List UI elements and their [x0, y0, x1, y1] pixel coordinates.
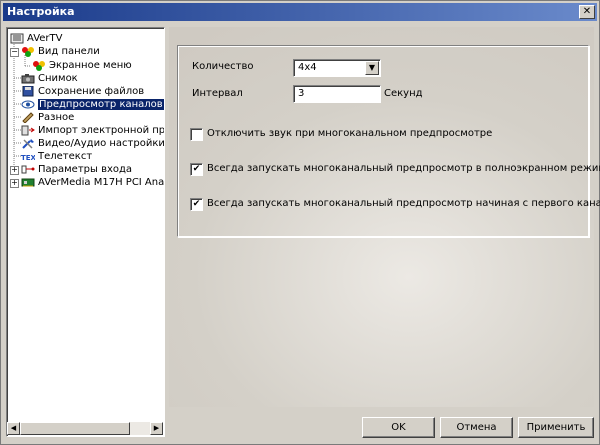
checkmark-icon: ✔ — [192, 199, 201, 209]
tree-item-misc[interactable]: Разное — [21, 111, 74, 124]
view-panel-icon — [22, 46, 34, 57]
tree-item-label: Сохранение файлов — [38, 86, 145, 97]
expand-toggle[interactable]: + — [10, 179, 19, 188]
tv-card-icon — [21, 178, 35, 186]
tree-item-label: Импорт электронной прог — [38, 125, 165, 136]
settings-tree[interactable]: AVerTV − Вид панели Экранное меню Снимок… — [6, 27, 165, 437]
checkmark-icon: ✔ — [192, 164, 201, 174]
apply-button[interactable]: Применить — [518, 417, 594, 438]
interval-unit: Секунд — [384, 88, 423, 99]
misc-icon — [22, 111, 34, 123]
tree-item-label: Снимок — [38, 73, 78, 84]
scroll-thumb[interactable] — [20, 422, 130, 435]
tree-item-label: Телетекст — [38, 151, 93, 162]
cancel-button[interactable]: Отмена — [440, 417, 513, 438]
title-bar: Настройка ✕ — [3, 3, 597, 21]
tree-item-snapshot[interactable]: Снимок — [21, 72, 78, 85]
tree-item-input-params[interactable]: Параметры входа — [21, 163, 132, 176]
close-button[interactable]: ✕ — [579, 5, 595, 19]
tree-item-label: Предпросмотр каналов — [38, 99, 164, 110]
input-params-icon — [21, 165, 35, 173]
chevron-down-icon: ▼ — [368, 63, 376, 72]
dropdown-button[interactable]: ▼ — [365, 61, 379, 75]
interval-value: 3 — [298, 88, 305, 99]
window-title: Настройка — [7, 5, 75, 18]
arrow-right-icon: ▶ — [153, 424, 160, 432]
tree-item-view-panel[interactable]: Вид панели — [21, 45, 100, 58]
tree-item-label: Видео/Аудио настройки — [38, 138, 165, 149]
expand-toggle[interactable]: + — [10, 166, 19, 175]
tree-item-label: AVerTV — [27, 33, 63, 44]
tree-item-save-files[interactable]: Сохранение файлов — [21, 85, 144, 98]
svg-text:TEXT: TEXT — [21, 154, 35, 162]
arrow-left-icon: ◀ — [10, 424, 17, 432]
tree-item-label: Экранное меню — [49, 60, 132, 71]
fullscreen-label: Всегда запускать многоканальный предпрос… — [207, 163, 600, 174]
tree-root-icon — [10, 33, 24, 43]
tools-icon — [22, 138, 34, 149]
interval-input[interactable]: 3 — [293, 85, 381, 103]
tree-item-import-epg[interactable]: Импорт электронной прог — [21, 124, 165, 137]
scroll-left-button[interactable]: ◀ — [7, 422, 20, 435]
save-disk-icon — [22, 85, 34, 96]
fullscreen-checkbox[interactable]: ✔ — [190, 163, 203, 176]
tree-item-osd-menu[interactable]: Экранное меню — [32, 59, 132, 72]
tree-item-video-audio[interactable]: Видео/Аудио настройки — [21, 137, 165, 150]
close-icon: ✕ — [582, 6, 592, 17]
mute-label: Отключить звук при многоканальном предпр… — [207, 128, 493, 139]
first-channel-label: Всегда запускать многоканальный предпрос… — [207, 198, 600, 209]
tree-item-label: Вид панели — [38, 46, 100, 57]
osd-menu-icon — [33, 60, 45, 71]
tree-item-avertv[interactable]: AVerTV — [10, 32, 62, 45]
scroll-right-button[interactable]: ▶ — [150, 422, 163, 435]
tree-item-tv-card[interactable]: AVerMedia M17H PCI Analo — [21, 176, 165, 189]
settings-content-panel: Количество 4x4 ▼ Интервал 3 Секунд Отклю… — [169, 27, 600, 407]
tree-item-label: Параметры входа — [38, 164, 133, 175]
count-value: 4x4 — [298, 62, 317, 73]
settings-dialog: Настройка ✕ AVerTV − Вид панели Экранное… — [0, 0, 600, 445]
teletext-icon: TEXT — [21, 154, 35, 162]
camera-icon — [21, 73, 35, 83]
count-label: Количество — [192, 61, 254, 72]
import-epg-icon — [21, 125, 35, 135]
mute-checkbox[interactable] — [190, 128, 203, 141]
tree-item-teletext[interactable]: TEXTТелетекст — [21, 150, 92, 163]
tree-item-label: AVerMedia M17H PCI Analo — [38, 177, 165, 188]
ok-button[interactable]: OK — [362, 417, 435, 438]
collapse-toggle[interactable]: − — [10, 48, 19, 57]
interval-label: Интервал — [192, 88, 243, 99]
count-select[interactable]: 4x4 ▼ — [293, 59, 381, 77]
tree-horizontal-scrollbar[interactable]: ◀ ▶ — [7, 422, 163, 435]
preview-settings-group: Количество 4x4 ▼ Интервал 3 Секунд Отклю… — [177, 45, 600, 237]
tree-item-channel-preview[interactable]: Предпросмотр каналов — [21, 98, 164, 111]
eye-icon — [21, 100, 35, 108]
first-channel-checkbox[interactable]: ✔ — [190, 198, 203, 211]
tree-item-label: Разное — [38, 112, 75, 123]
